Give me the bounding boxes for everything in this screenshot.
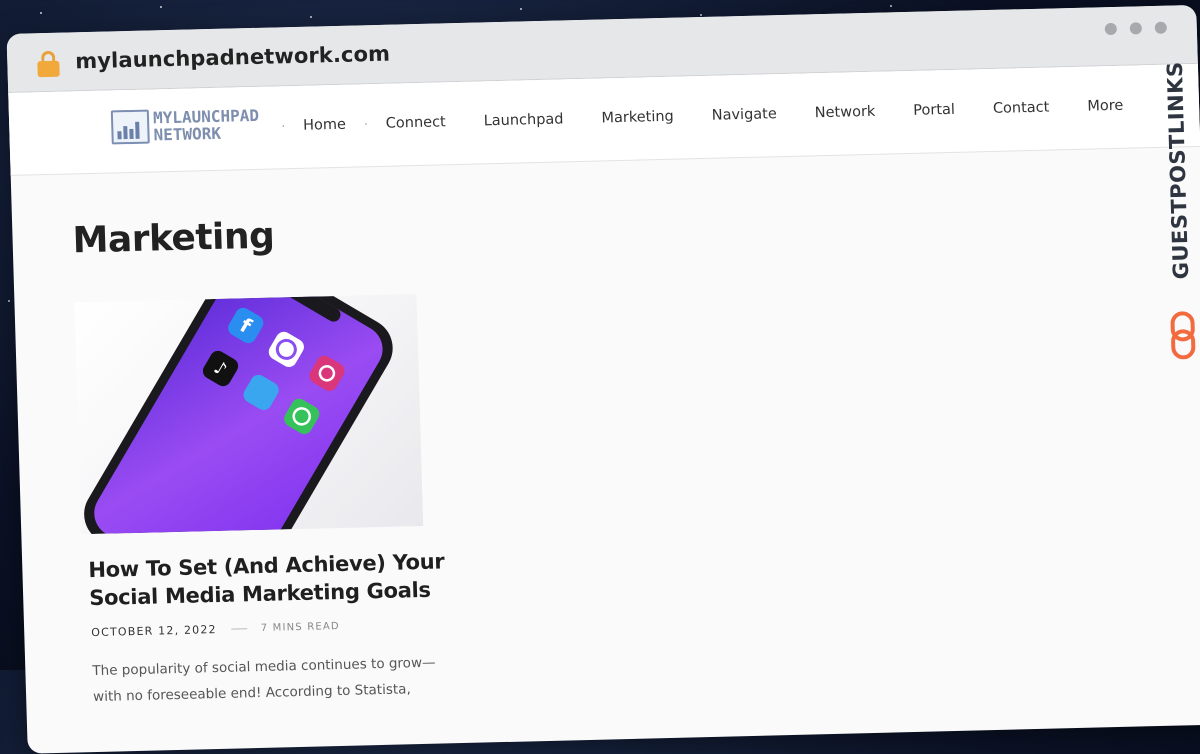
- meta-divider: [230, 628, 247, 630]
- nav-item-more[interactable]: More: [1087, 98, 1123, 115]
- browser-window: mylaunchpadnetwork.com MYLAUNCHPAD NETWO…: [6, 4, 1200, 754]
- post-thumbnail[interactable]: f ♪: [74, 294, 424, 535]
- chain-link-icon: [1170, 311, 1196, 360]
- browser-scene: mylaunchpadnetwork.com MYLAUNCHPAD NETWO…: [6, 0, 1200, 754]
- logo-text: MYLAUNCHPAD NETWORK: [152, 105, 260, 145]
- nav-item-marketing[interactable]: Marketing: [601, 109, 674, 127]
- nav-item-portal[interactable]: Portal: [913, 102, 955, 119]
- post-date: OCTOBER 12, 2022: [91, 623, 217, 640]
- nav-item-connect[interactable]: Connect: [386, 114, 446, 131]
- post-meta: OCTOBER 12, 2022 7 MINS READ: [91, 620, 340, 639]
- window-dot-icon[interactable]: [1154, 21, 1167, 34]
- read-time: 7 MINS READ: [260, 621, 341, 634]
- post-title-link[interactable]: How To Set (And Achieve) Your Social Med…: [88, 547, 450, 612]
- nav-separator: ·: [281, 119, 286, 134]
- nav-separator: ·: [363, 117, 369, 132]
- post-excerpt: The popularity of social media continues…: [92, 654, 436, 706]
- nav-item-contact[interactable]: Contact: [993, 100, 1050, 117]
- address-bar-url[interactable]: mylaunchpadnetwork.com: [75, 42, 390, 74]
- monitor-chart-icon: [110, 109, 150, 145]
- lock-icon: [37, 50, 60, 78]
- nav-item-network[interactable]: Network: [815, 104, 876, 121]
- window-controls: [1104, 21, 1167, 36]
- nav-item-navigate[interactable]: Navigate: [712, 106, 778, 124]
- window-dot-icon[interactable]: [1129, 22, 1142, 35]
- smartphone-image: f ♪: [84, 294, 393, 535]
- main-nav: · Home · Connect Launchpad Marketing Nav…: [281, 97, 1161, 134]
- nav-item-home[interactable]: Home: [303, 117, 346, 134]
- window-dot-icon[interactable]: [1104, 22, 1117, 36]
- site-logo[interactable]: MYLAUNCHPAD NETWORK: [110, 105, 260, 145]
- nav-item-launchpad[interactable]: Launchpad: [483, 111, 563, 129]
- watermark-text: GUESTPOSTLINKS: [1162, 61, 1194, 280]
- page-title: Marketing: [72, 215, 275, 262]
